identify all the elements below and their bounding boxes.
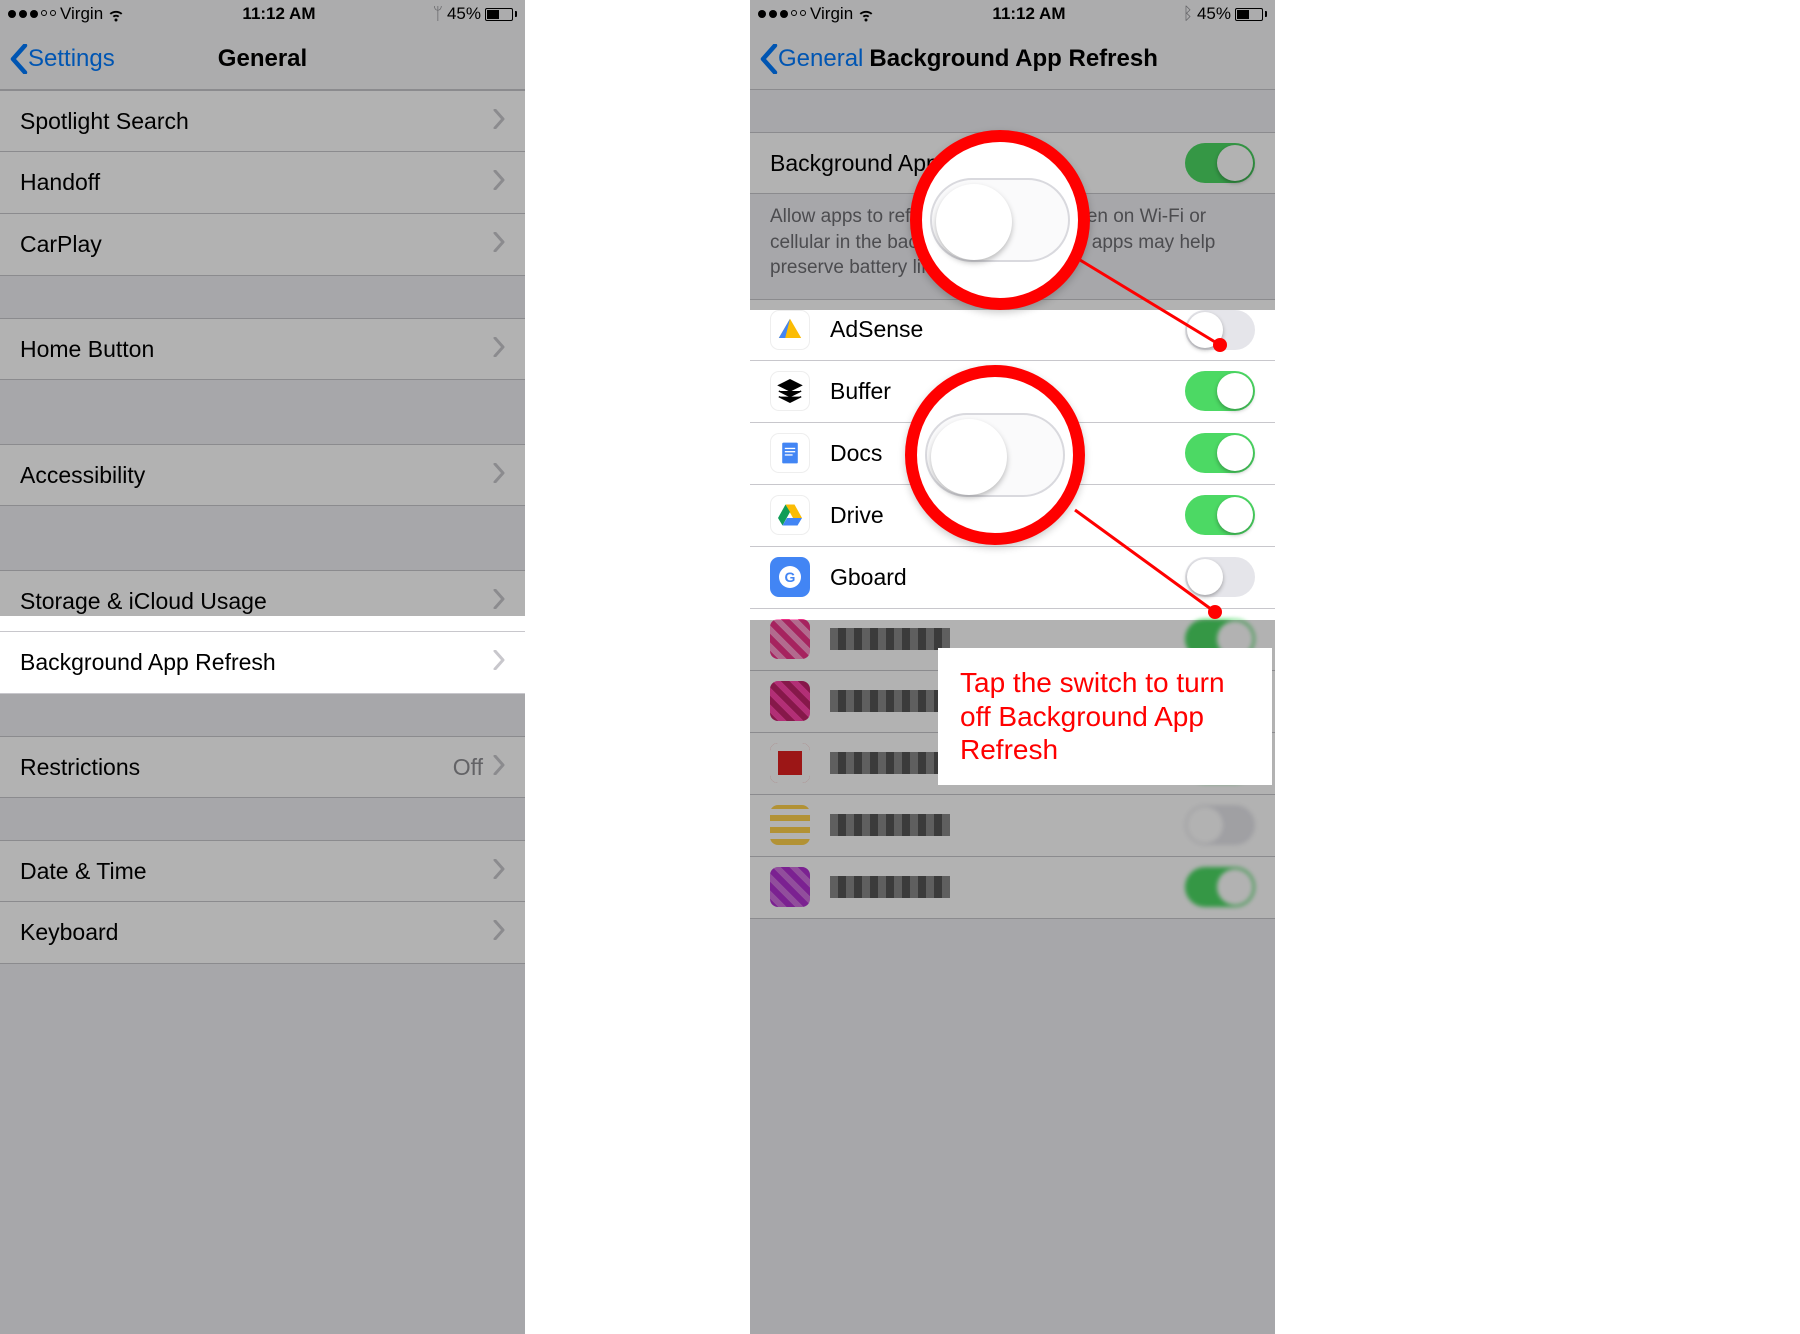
row-date-time[interactable]: Date & Time xyxy=(0,840,525,902)
obscured-label xyxy=(830,814,950,836)
row-value: Off xyxy=(453,754,483,781)
obscured-icon xyxy=(770,743,810,783)
row-carplay[interactable]: CarPlay xyxy=(0,214,525,276)
battery-pct: 45% xyxy=(447,4,481,24)
app-switch[interactable] xyxy=(1185,805,1255,845)
row-label: Background App Refresh xyxy=(20,649,493,676)
row-label: Home Button xyxy=(20,336,493,363)
status-bar: Virgin 11:12 AM ᛒ 45% xyxy=(750,0,1275,28)
app-switch[interactable] xyxy=(1185,371,1255,411)
section-description: Allow apps to refresh their content when… xyxy=(750,194,1275,299)
row-label: Docs xyxy=(830,440,1185,467)
back-label: General xyxy=(778,45,863,73)
page-title: General xyxy=(0,45,525,73)
row-label: Gboard xyxy=(830,564,1185,591)
obscured-label xyxy=(830,628,950,650)
obscured-label xyxy=(830,876,950,898)
chevron-right-icon xyxy=(493,754,505,781)
status-time: 11:12 AM xyxy=(992,4,1065,24)
row-label: CarPlay xyxy=(20,231,493,258)
row-label: Keyboard xyxy=(20,919,493,946)
row-label: Drive xyxy=(830,502,1185,529)
gboard-icon: G xyxy=(770,557,810,597)
obscured-label xyxy=(830,752,950,774)
chevron-right-icon xyxy=(493,462,505,489)
chevron-right-icon xyxy=(493,336,505,363)
app-switch[interactable] xyxy=(1185,557,1255,597)
page-title: Background App Refresh xyxy=(869,45,1157,73)
annotation-text: Tap the switch to turn off Background Ap… xyxy=(940,650,1270,783)
carrier-label: Virgin xyxy=(810,4,853,24)
row-label: Accessibility xyxy=(20,462,493,489)
app-switch[interactable] xyxy=(1185,433,1255,473)
wifi-icon xyxy=(107,5,125,23)
row-spotlight[interactable]: Spotlight Search xyxy=(0,90,525,152)
status-time: 11:12 AM xyxy=(242,4,315,24)
bluetooth-icon: ᛒ xyxy=(1183,4,1193,24)
obscured-icon xyxy=(770,867,810,907)
row-restrictions[interactable]: Restrictions Off xyxy=(0,736,525,798)
row-app-obscured xyxy=(750,795,1275,857)
row-label: Storage & iCloud Usage xyxy=(20,588,493,615)
chevron-right-icon xyxy=(493,588,505,615)
row-label: Background App Refresh xyxy=(770,150,1185,177)
row-background-app-refresh[interactable]: Background App Refresh xyxy=(0,632,525,694)
row-home-button[interactable]: Home Button xyxy=(0,318,525,380)
battery-icon xyxy=(485,8,517,21)
wifi-icon xyxy=(857,5,875,23)
screenshot-left: Virgin 11:12 AM ᛘ 45% Settings General S… xyxy=(0,0,525,1334)
status-bar: Virgin 11:12 AM ᛘ 45% xyxy=(0,0,525,28)
row-app-gboard: G Gboard xyxy=(750,547,1275,609)
app-switch[interactable] xyxy=(1185,867,1255,907)
obscured-label xyxy=(830,690,950,712)
battery-icon xyxy=(1235,8,1267,21)
nav-bar: Settings General xyxy=(0,28,525,90)
row-app-docs: Docs xyxy=(750,423,1275,485)
adsense-icon xyxy=(770,310,810,350)
obscured-icon xyxy=(770,619,810,659)
chevron-right-icon xyxy=(493,231,505,258)
row-label: Date & Time xyxy=(20,858,493,885)
chevron-right-icon xyxy=(493,858,505,885)
back-button[interactable]: General xyxy=(760,44,863,74)
chevron-right-icon xyxy=(493,108,505,135)
row-app-obscured xyxy=(750,857,1275,919)
app-switch[interactable] xyxy=(1185,310,1255,350)
obscured-icon xyxy=(770,681,810,721)
nav-bar: General Background App Refresh xyxy=(750,28,1275,90)
row-label: Handoff xyxy=(20,169,493,196)
chevron-right-icon xyxy=(493,919,505,946)
battery-pct: 45% xyxy=(1197,4,1231,24)
row-accessibility[interactable]: Accessibility xyxy=(0,444,525,506)
row-label: AdSense xyxy=(830,316,1185,343)
signal-icon xyxy=(758,10,806,18)
row-app-drive: Drive xyxy=(750,485,1275,547)
buffer-icon xyxy=(770,371,810,411)
drive-icon xyxy=(770,495,810,535)
carrier-label: Virgin xyxy=(60,4,103,24)
row-master-bg-refresh: Background App Refresh xyxy=(750,132,1275,194)
row-app-adsense: AdSense xyxy=(750,299,1275,361)
row-keyboard[interactable]: Keyboard xyxy=(0,902,525,964)
row-label: Buffer xyxy=(830,378,1185,405)
master-switch[interactable] xyxy=(1185,143,1255,183)
docs-icon xyxy=(770,433,810,473)
app-switch[interactable] xyxy=(1185,495,1255,535)
bluetooth-icon: ᛘ xyxy=(433,4,443,24)
row-storage[interactable]: Storage & iCloud Usage xyxy=(0,570,525,632)
chevron-right-icon xyxy=(493,169,505,196)
chevron-right-icon xyxy=(493,649,505,676)
row-label: Spotlight Search xyxy=(20,108,493,135)
row-label: Restrictions xyxy=(20,754,453,781)
signal-icon xyxy=(8,10,56,18)
row-app-buffer: Buffer xyxy=(750,361,1275,423)
row-handoff[interactable]: Handoff xyxy=(0,152,525,214)
obscured-icon xyxy=(770,805,810,845)
